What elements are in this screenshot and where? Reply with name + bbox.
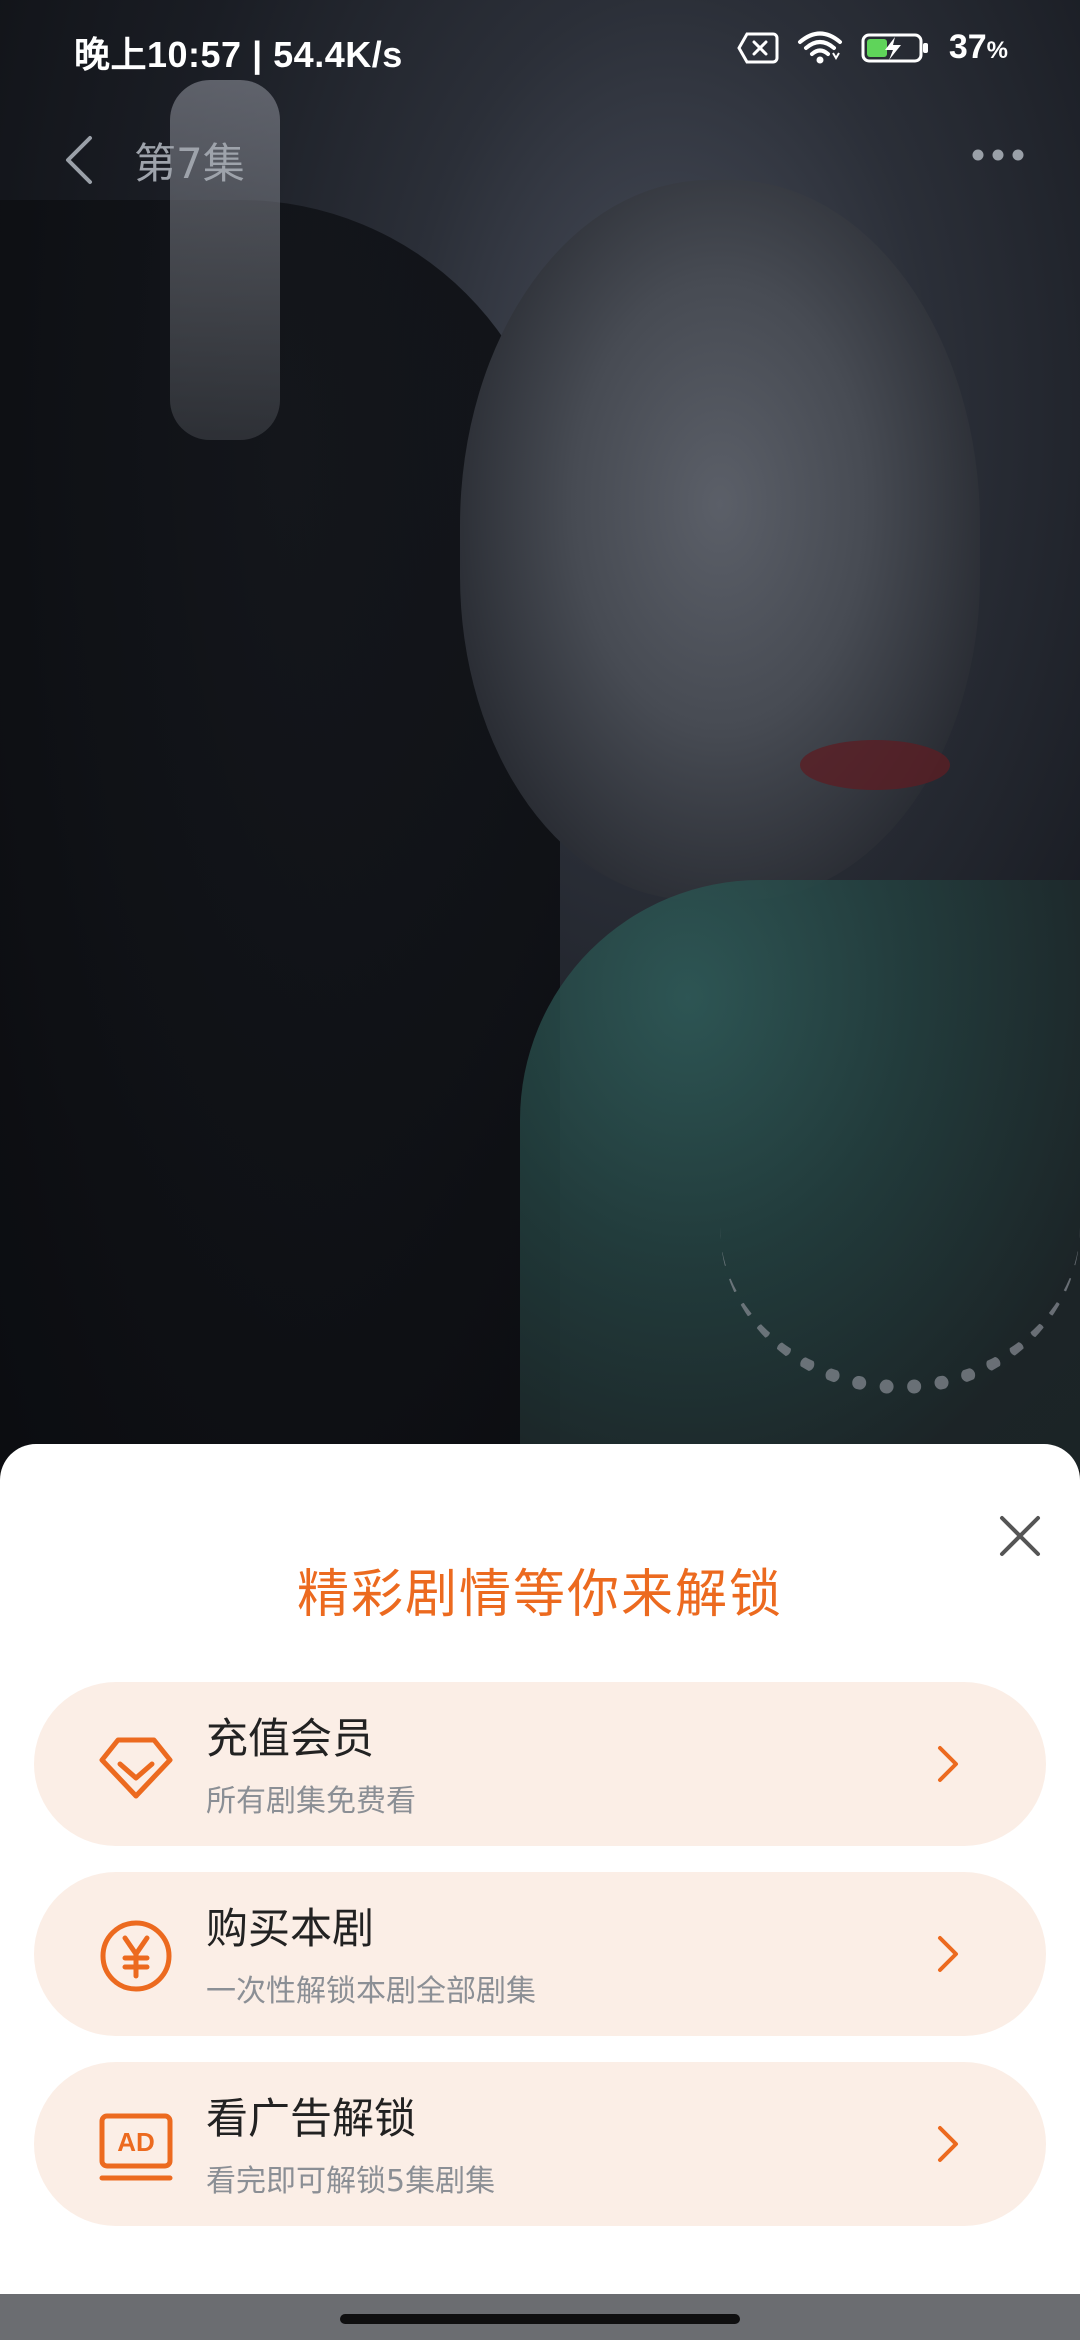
option-subtitle: 所有剧集免费看: [206, 1784, 416, 1819]
battery-charging-icon: [861, 33, 928, 62]
battery-percent: 37%: [948, 28, 1008, 66]
option-texts: 看广告解锁 看完即可解锁5集剧集: [206, 2092, 495, 2200]
option-texts: 购买本剧 一次性解锁本剧全部剧集: [206, 1902, 536, 2010]
system-nav-bar: [0, 2294, 1080, 2340]
option-title: 购买本剧: [206, 1904, 375, 1953]
svg-text:AD: AD: [117, 2127, 155, 2157]
video-frame[interactable]: [0, 0, 1080, 1470]
wifi-icon: [797, 31, 842, 63]
option-subtitle: 看完即可解锁5集剧集: [206, 2164, 496, 2199]
status-bar: 晚上10:57 | 54.4K/s 37%: [0, 0, 1080, 96]
status-icons: 37%: [737, 28, 1008, 67]
screen: 晚上10:57 | 54.4K/s 37% 第7集 精彩剧情等你来解锁 充值会员…: [0, 0, 1080, 2340]
chevron-right-icon: [938, 1746, 958, 1782]
video-face-shape: [460, 180, 980, 900]
video-necklace-shape: [720, 1060, 1080, 1394]
yuan-coin-icon: [100, 1920, 172, 1992]
more-options-icon[interactable]: [968, 140, 1028, 170]
buy-series-option[interactable]: 购买本剧 一次性解锁本剧全部剧集: [34, 1872, 1046, 2036]
video-hair-shape: [0, 200, 560, 1470]
recharge-membership-option[interactable]: 充值会员 所有剧集免费看: [34, 1682, 1046, 1846]
home-indicator[interactable]: [340, 2314, 740, 2324]
option-title: 看广告解锁: [206, 2094, 417, 2143]
option-title: 充值会员: [206, 1714, 375, 1763]
diamond-icon: [99, 1737, 173, 1799]
status-time: 晚上10:57 | 54.4K/s: [74, 34, 403, 75]
no-sim-icon: [737, 32, 779, 63]
unlock-headline: 精彩剧情等你来解锁: [296, 1565, 783, 1625]
watch-ad-unlock-option[interactable]: AD 看广告解锁 看完即可解锁5集剧集: [34, 2062, 1046, 2226]
unlock-sheet: 精彩剧情等你来解锁 充值会员 所有剧集免费看 购买本剧 一次性解锁本剧全部剧集 …: [0, 1444, 1080, 2294]
chevron-right-icon: [938, 1936, 958, 1972]
chevron-right-icon: [938, 2126, 958, 2162]
top-nav: 第7集: [0, 120, 1080, 200]
option-texts: 充值会员 所有剧集免费看: [206, 1712, 416, 1820]
video-lips-shape: [800, 740, 950, 790]
option-subtitle: 一次性解锁本剧全部剧集: [206, 1974, 536, 2009]
ad-icon: AD: [99, 2113, 173, 2181]
episode-title: 第7集: [134, 139, 245, 188]
back-arrow-icon[interactable]: [52, 130, 112, 190]
